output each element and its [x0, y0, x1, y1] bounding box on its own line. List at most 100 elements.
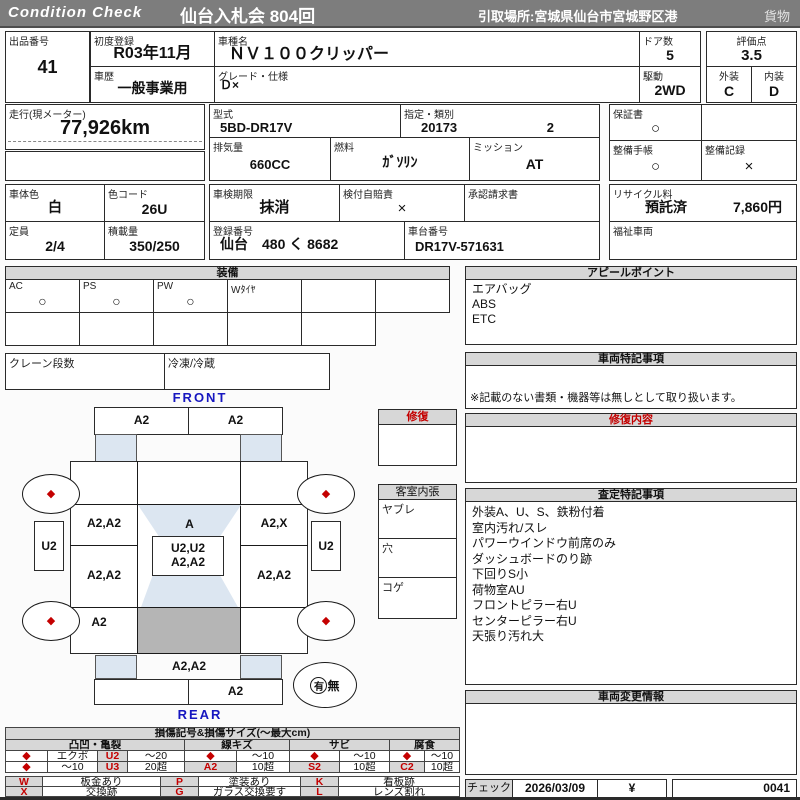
- field-value: C: [723, 83, 735, 99]
- cabin-cell-burn: コゲ: [378, 577, 457, 619]
- field-value: D: [768, 83, 780, 99]
- field-value: Ｄ×: [220, 78, 240, 92]
- check-number: 0041: [672, 779, 797, 798]
- field-value: 660CC: [249, 157, 291, 172]
- field-value: 350/250: [129, 238, 180, 254]
- field-value: 3.5: [741, 47, 762, 64]
- field-value: R03年11月: [113, 45, 192, 62]
- body-line: [70, 607, 138, 608]
- field-label: 内装: [764, 72, 784, 83]
- equipment-cell-pw: PW ○: [153, 279, 228, 313]
- field-recycle-fee: リサイクル料 預託済 7,860円: [609, 184, 797, 222]
- assessment-item: パワーウインドウ前席のみ: [472, 536, 617, 550]
- field-interior-grade: 内装 D: [751, 66, 797, 103]
- field-label: 整備手帳: [613, 146, 653, 157]
- field-value: 2WD: [654, 82, 686, 98]
- field-value: 5BD-DR17V: [220, 120, 293, 135]
- repair-content-title: 修復内容: [609, 414, 653, 426]
- equipment-label: PW: [157, 281, 174, 292]
- field-value: ○: [650, 120, 661, 137]
- damage-mark: A2: [133, 413, 150, 427]
- legend-cell: 20超: [127, 761, 185, 773]
- roof-panel: U2,U2 A2,A2: [152, 536, 224, 576]
- field-model-name: 車種名 ＮＶ１００クリッパー: [214, 31, 640, 67]
- field-value: ｶﾞｿﾘﾝ: [382, 154, 418, 170]
- equipment-cell-empty: [301, 312, 376, 346]
- legend-desc: ガラス交換要す: [198, 786, 301, 797]
- mirror-left: U2: [34, 521, 64, 571]
- rear-bumper-right: A2: [188, 679, 283, 705]
- spare-has-mark: 有: [310, 676, 328, 694]
- field-inspection: 車検期限 抹消: [209, 184, 340, 222]
- wheel-front-left: ◆: [22, 474, 80, 514]
- field-capacity: 定員 2/4: [5, 221, 105, 260]
- equipment-cell-ps: PS ○: [79, 279, 154, 313]
- field-fuel: 燃料 ｶﾞｿﾘﾝ: [330, 137, 470, 181]
- field-value: 5: [666, 47, 674, 63]
- equipment-value: ○: [38, 293, 47, 309]
- field-value: 20173: [421, 120, 458, 135]
- legend-code-c2: C2: [389, 761, 425, 773]
- field-maintenance-book: 整備手帳 ○: [609, 140, 702, 181]
- spare-no-mark: 無: [327, 678, 340, 693]
- field-label: ミッション: [473, 143, 523, 154]
- field-value: 77,926km: [59, 117, 151, 139]
- legend-code-x: X: [5, 786, 43, 797]
- repair-content-header: 修復内容: [465, 413, 797, 427]
- cabin-label: ヤブレ: [382, 504, 415, 516]
- mileage-note-box: [5, 151, 205, 181]
- damage-mark: U2: [41, 539, 57, 553]
- assessment-item: フロントピラー右U: [472, 598, 577, 612]
- field-registration-number: 登録番号 仙台 480 く 8682: [209, 221, 405, 260]
- field-label: 色コード: [108, 190, 148, 201]
- equipment-header: 装備: [5, 266, 450, 280]
- equipment-cell-wtire: Wﾀｲﾔ: [227, 279, 302, 313]
- cabin-cell-hole: 穴: [378, 538, 457, 578]
- vehicle-notes-box: ※記載のない書類・機器等は無しとして取り扱います。: [465, 365, 797, 409]
- wheel-damage-diamond: ◆: [46, 614, 56, 627]
- check-inspector-mark: ¥: [597, 779, 667, 798]
- assessment-item: 下回りS小: [472, 567, 529, 581]
- assessment-header: 査定特記事項: [465, 488, 797, 502]
- field-value: DR17V-571631: [415, 239, 504, 254]
- damage-mark: U2: [318, 539, 334, 553]
- legend-diamond-icon: ◆: [22, 761, 31, 773]
- wheel-damage-diamond: ◆: [321, 614, 331, 627]
- field-label: 福祉車両: [613, 227, 653, 238]
- field-grade: グレード・仕様 Ｄ×: [214, 66, 640, 103]
- equipment-value: ○: [112, 293, 121, 309]
- header-divider: [0, 26, 800, 28]
- field-maintenance-record: 整備記録 ×: [701, 140, 797, 181]
- damage-mark: A2,A2: [86, 516, 121, 530]
- equipment-cell-empty: [227, 312, 302, 346]
- repair-content-box: [465, 426, 797, 483]
- appeal-box: エアバッグ ABS ETC: [465, 279, 797, 345]
- field-doors: ドア数 5: [639, 31, 701, 67]
- check-date: 2026/03/09: [512, 779, 598, 798]
- damage-mark: U2,U2: [170, 541, 205, 555]
- assessment-item: 天張り汚れ大: [472, 629, 545, 643]
- appeal-header: アピールポイント: [465, 266, 797, 280]
- legend-code-a2: A2: [184, 761, 237, 773]
- recycle-status: 預託済: [645, 199, 687, 215]
- field-label: 出品番号: [9, 37, 49, 48]
- mirror-right: U2: [311, 521, 341, 571]
- field-label: 指定・類別: [404, 110, 454, 121]
- field-freezer: 冷凍/冷蔵: [164, 353, 330, 390]
- field-label: 保証書: [613, 110, 643, 121]
- field-value: ×: [744, 158, 754, 175]
- field-drive: 駆動 2WD: [639, 66, 701, 103]
- repair-mini-title: 修復: [406, 411, 429, 423]
- check-label: チェック: [465, 779, 513, 798]
- field-label: 駆動: [643, 72, 663, 83]
- wheel-rear-left: ◆: [22, 601, 80, 641]
- equipment-label: Wﾀｲﾔ: [231, 285, 256, 296]
- legend-cell: 10超: [424, 761, 460, 773]
- pickup-location: 引取場所:宮城県仙台市宮城野区港: [478, 9, 678, 24]
- category-badge: 貨物: [763, 9, 790, 24]
- equipment-cell-empty: [153, 312, 228, 346]
- damage-mark: A2,A2: [256, 568, 291, 582]
- field-welfare-vehicle: 福祉車両: [609, 221, 797, 260]
- legend-desc: レンズ割れ: [338, 786, 460, 797]
- assessment-box: 外装A、U、S、鉄粉付着 室内汚れ/スレ パワーウインドウ前席のみ ダッシュボー…: [465, 501, 797, 685]
